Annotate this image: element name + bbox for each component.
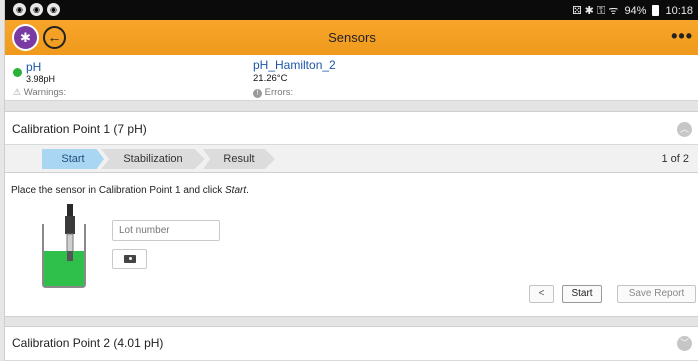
chevron-down-icon[interactable]: ﹀: [677, 336, 692, 351]
wizard-steps: Start Stabilization Result 1 of 2: [5, 145, 698, 173]
chevron-up-icon[interactable]: ︿: [677, 122, 692, 137]
notification-icons: ◉ ◉ ◉: [13, 3, 60, 16]
sensor-in-beaker-icon: [42, 204, 86, 288]
warning-icon: ⚠: [13, 87, 22, 97]
camera-button[interactable]: [112, 249, 147, 269]
instruction-text: Place the sensor in Calibration Point 1 …: [11, 185, 249, 196]
calibration-point-2-title: Calibration Point 2 (4.01 pH): [12, 336, 164, 350]
save-report-button[interactable]: Save Report: [617, 285, 696, 303]
system-indicators: ⚄ ✱ ⚿ ᯤ 94% 10:18: [572, 3, 693, 18]
device-frame: ◉ ◉ ◉ ⚄ ✱ ⚿ ᯤ 94% 10:18 ✱ ← Sensors ••• …: [0, 0, 698, 361]
warnings-label: Warnings:: [23, 87, 67, 98]
battery-percent: 94%: [624, 4, 647, 17]
sensor-temperature: 21.26°C: [253, 73, 288, 84]
start-button[interactable]: Start: [562, 285, 602, 303]
sensor-id[interactable]: pH_Hamilton_2: [253, 58, 336, 72]
section-divider: [5, 101, 698, 112]
camera-lens: [128, 256, 133, 261]
battery-icon: [652, 5, 660, 16]
errors-label: Errors:: [264, 87, 294, 98]
app-notification-icon: ◉: [13, 3, 26, 16]
app-screen: ◉ ◉ ◉ ⚄ ✱ ⚿ ᯤ 94% 10:18 ✱ ← Sensors ••• …: [4, 0, 698, 361]
previous-button[interactable]: <: [529, 285, 554, 303]
calibration-point-1-title: Calibration Point 1 (7 pH): [12, 122, 147, 136]
calibration-point-1-header[interactable]: Calibration Point 1 (7 pH) ︿: [5, 113, 698, 145]
lot-number-input[interactable]: [112, 220, 220, 241]
step-start[interactable]: Start: [42, 149, 104, 169]
system-indicator-icons: ⚄ ✱ ⚿ ᯤ: [572, 5, 619, 17]
calibration-point-2-header[interactable]: Calibration Point 2 (4.01 pH) ﹀: [5, 327, 698, 361]
sensor-name[interactable]: pH: [26, 60, 41, 74]
more-menu-icon[interactable]: •••: [671, 26, 693, 47]
system-status-bar: ◉ ◉ ◉ ⚄ ✱ ⚿ ᯤ 94% 10:18: [5, 0, 698, 20]
app-bar: ✱ ← Sensors •••: [5, 20, 698, 55]
app-notification-icon: ◉: [30, 3, 43, 16]
step-result[interactable]: Result: [203, 149, 275, 169]
app-notification-icon: ◉: [47, 3, 60, 16]
page-title: Sensors: [328, 30, 376, 45]
sensor-status-dot: [13, 68, 22, 77]
page-count: 1 of 2: [661, 153, 689, 165]
sensor-summary: pH 3.98pH ⚠ Warnings: pH_Hamilton_2 21.2…: [5, 55, 698, 101]
instruction-suffix: .: [246, 185, 249, 196]
section-divider: [5, 316, 698, 327]
step-stabilization[interactable]: Stabilization: [101, 149, 205, 169]
clock: 10:18: [665, 4, 693, 17]
error-icon: !: [253, 89, 262, 98]
instruction-prefix: Place the sensor in Calibration Point 1 …: [11, 185, 226, 196]
errors-row: ! Errors:: [253, 87, 293, 98]
sensor-value: 3.98pH: [26, 74, 56, 84]
instruction-action: Start: [225, 185, 247, 196]
warnings-row: ⚠ Warnings:: [13, 87, 66, 98]
